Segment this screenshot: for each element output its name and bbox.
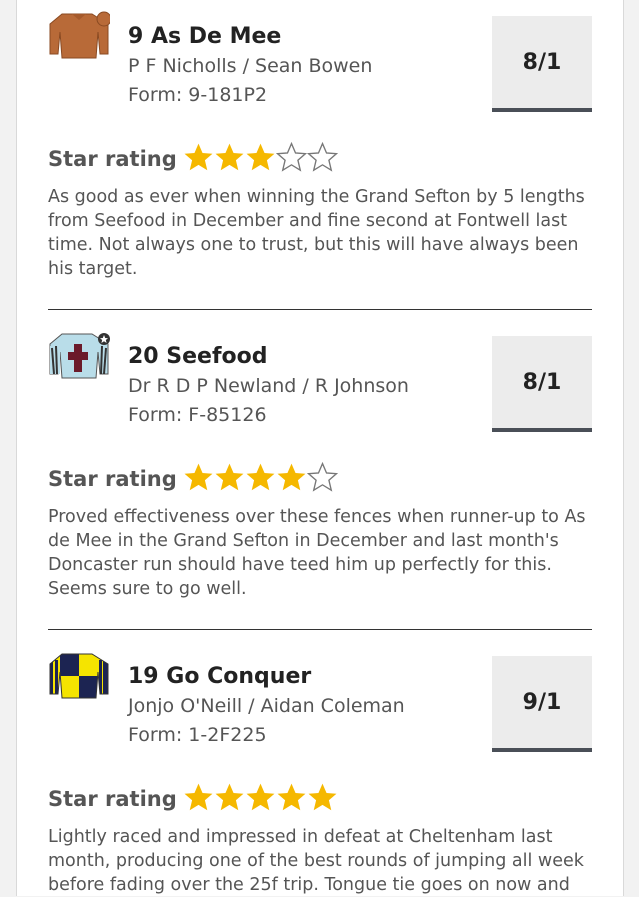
star-filled-icon xyxy=(246,783,275,811)
runner-name[interactable]: 9 As De Mee xyxy=(128,22,478,52)
runner-description: Lightly raced and impressed in defeat at… xyxy=(48,827,584,895)
star-rating: Star rating xyxy=(48,781,338,817)
runner-form: Form: 1-2F225 xyxy=(128,724,267,746)
star-rating-label: Star rating xyxy=(48,467,177,491)
star-filled-icon xyxy=(246,143,275,171)
brown-silks-icon xyxy=(48,10,110,62)
star-filled-icon xyxy=(215,783,244,811)
tips-panel xyxy=(16,0,624,896)
runner-connections: P F Nicholls / Sean Bowen xyxy=(128,55,373,77)
odds-value: 8/1 xyxy=(522,369,562,395)
divider xyxy=(48,309,592,310)
runner-form: Form: 9-181P2 xyxy=(128,84,268,106)
odds-value: 9/1 xyxy=(522,689,562,715)
divider xyxy=(48,629,592,630)
runner-form: Form: F-85126 xyxy=(128,404,267,426)
star-rating-label: Star rating xyxy=(48,787,177,811)
star-rating-label: Star rating xyxy=(48,147,177,171)
runner-connections: Jonjo O'Neill / Aidan Coleman xyxy=(128,695,405,717)
odds-button[interactable]: 8/1 xyxy=(492,336,592,432)
runner-name[interactable]: 20 Seefood xyxy=(128,342,478,372)
star-rating: Star rating xyxy=(48,461,338,497)
runner-name[interactable]: 19 Go Conquer xyxy=(128,662,478,692)
star-filled-icon xyxy=(184,463,213,491)
runner-connections: Dr R D P Newland / R Johnson xyxy=(128,375,409,397)
star-filled-icon xyxy=(215,143,244,171)
star-filled-icon xyxy=(277,463,306,491)
odds-button[interactable]: 9/1 xyxy=(492,656,592,752)
star-empty-icon xyxy=(275,142,307,172)
runner-description: As good as ever when winning the Grand S… xyxy=(48,187,585,279)
odds-button[interactable]: 8/1 xyxy=(492,16,592,112)
star-filled-icon xyxy=(308,783,337,811)
yellow-navy-quartered-silks-icon xyxy=(48,650,110,702)
light-blue-maroon-cross-silks-icon xyxy=(48,330,110,382)
runner-info: 20 Seefood Dr R D P Newland / R Johnson … xyxy=(128,320,478,430)
star-empty-icon xyxy=(306,462,338,492)
star-filled-icon xyxy=(215,463,244,491)
star-filled-icon xyxy=(277,783,306,811)
runner-info: 9 As De Mee P F Nicholls / Sean Bowen Fo… xyxy=(128,0,478,110)
star-filled-icon xyxy=(184,143,213,171)
runner-description: Proved effectiveness over these fences w… xyxy=(48,507,586,599)
star-empty-icon xyxy=(306,142,338,172)
star-filled-icon xyxy=(246,463,275,491)
star-rating: Star rating xyxy=(48,141,338,177)
runner-info: 19 Go Conquer Jonjo O'Neill / Aidan Cole… xyxy=(128,640,478,750)
star-filled-icon xyxy=(184,783,213,811)
odds-value: 8/1 xyxy=(522,49,562,75)
